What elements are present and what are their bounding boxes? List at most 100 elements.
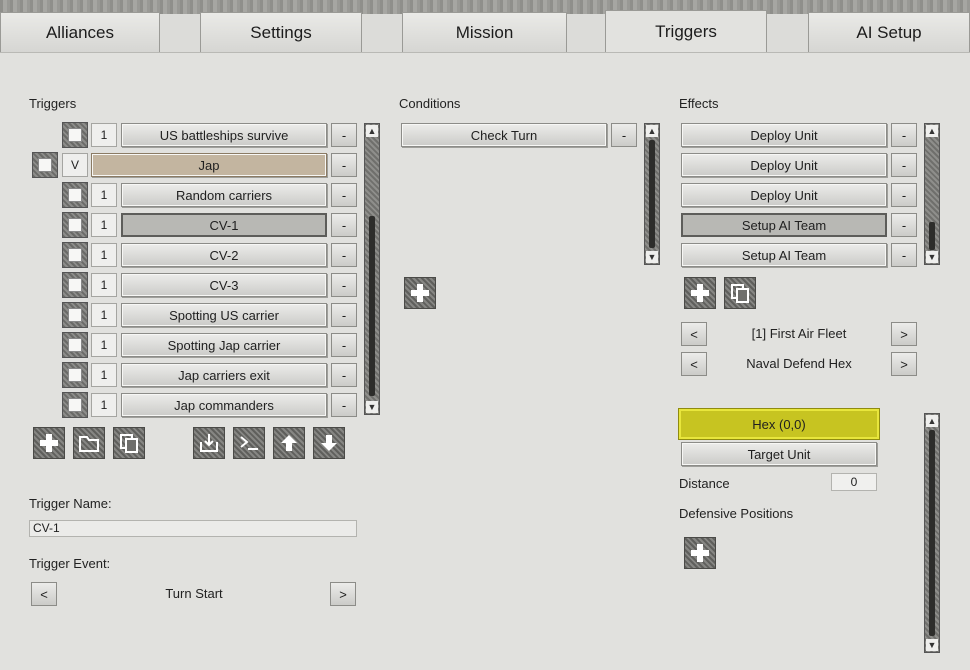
copy-effect-button[interactable] — [724, 277, 756, 309]
move-down-button[interactable] — [313, 427, 345, 459]
scroll-up-icon[interactable]: ▲ — [366, 125, 378, 137]
tab-settings[interactable]: Settings — [200, 12, 362, 52]
trigger-checkbox[interactable] — [62, 122, 88, 148]
condition-item[interactable]: Check Turn — [401, 123, 607, 147]
trigger-repeat-count[interactable]: 1 — [91, 303, 117, 327]
trigger-event-prev-button[interactable]: < — [31, 582, 57, 606]
add-condition-button[interactable] — [404, 277, 436, 309]
remove-effect-button[interactable]: - — [891, 123, 917, 147]
remove-trigger-button[interactable]: - — [331, 153, 357, 177]
order-value: Naval Defend Hex — [746, 356, 852, 371]
hex-button[interactable]: Hex (0,0) — [679, 409, 879, 439]
move-up-button[interactable] — [273, 427, 305, 459]
trigger-item[interactable]: Spotting US carrier — [121, 303, 327, 327]
tab-mission[interactable]: Mission — [402, 12, 567, 52]
team-prev-button[interactable]: < — [681, 322, 707, 346]
remove-effect-button[interactable]: - — [891, 183, 917, 207]
script-trigger-button[interactable] — [233, 427, 265, 459]
trigger-checkbox[interactable] — [62, 392, 88, 418]
distance-label: Distance — [679, 476, 730, 491]
trigger-checkbox[interactable] — [62, 242, 88, 268]
add-group-button[interactable] — [73, 427, 105, 459]
add-defensive-position-button[interactable] — [684, 537, 716, 569]
trigger-repeat-count[interactable]: 1 — [91, 213, 117, 237]
remove-trigger-button[interactable]: - — [331, 303, 357, 327]
trigger-checkbox[interactable] — [62, 302, 88, 328]
trigger-repeat-count[interactable]: 1 — [91, 273, 117, 297]
trigger-checkbox[interactable] — [62, 182, 88, 208]
trigger-repeat-count[interactable]: 1 — [91, 123, 117, 147]
trigger-repeat-count[interactable]: 1 — [91, 183, 117, 207]
scroll-thumb[interactable] — [649, 140, 655, 248]
trigger-checkbox[interactable] — [62, 272, 88, 298]
trigger-repeat-count[interactable]: 1 — [91, 363, 117, 387]
order-next-button[interactable]: > — [891, 352, 917, 376]
trigger-group-toggle[interactable]: V — [62, 153, 88, 177]
scroll-thumb[interactable] — [929, 222, 935, 250]
trigger-name-input[interactable]: CV-1 — [29, 520, 357, 537]
tab-alliances[interactable]: Alliances — [0, 12, 160, 52]
trigger-group-item[interactable]: Jap — [91, 153, 327, 177]
remove-effect-button[interactable]: - — [891, 213, 917, 237]
scroll-down-icon[interactable]: ▼ — [646, 251, 658, 263]
remove-trigger-button[interactable]: - — [331, 393, 357, 417]
remove-trigger-button[interactable]: - — [331, 243, 357, 267]
remove-trigger-button[interactable]: - — [331, 123, 357, 147]
order-prev-button[interactable]: < — [681, 352, 707, 376]
add-effect-button[interactable] — [684, 277, 716, 309]
tab-triggers[interactable]: Triggers — [605, 10, 767, 53]
remove-trigger-button[interactable]: - — [331, 213, 357, 237]
tab-ai-setup[interactable]: AI Setup — [808, 12, 970, 52]
effects-scrollbar[interactable]: ▲ ▼ — [924, 123, 940, 265]
effect-item[interactable]: Deploy Unit — [681, 153, 887, 177]
triggers-scrollbar[interactable]: ▲ ▼ — [364, 123, 380, 415]
scroll-down-icon[interactable]: ▼ — [926, 251, 938, 263]
effect-item[interactable]: Setup AI Team — [681, 243, 887, 267]
remove-effect-button[interactable]: - — [891, 243, 917, 267]
console-icon — [240, 436, 258, 450]
remove-trigger-button[interactable]: - — [331, 183, 357, 207]
effect-item[interactable]: Deploy Unit — [681, 123, 887, 147]
import-trigger-button[interactable] — [193, 427, 225, 459]
conditions-scrollbar[interactable]: ▲ ▼ — [644, 123, 660, 265]
trigger-item[interactable]: CV-3 — [121, 273, 327, 297]
trigger-item[interactable]: CV-2 — [121, 243, 327, 267]
plus-icon — [691, 284, 709, 302]
distance-input[interactable]: 0 — [831, 473, 877, 491]
trigger-item[interactable]: Random carriers — [121, 183, 327, 207]
trigger-repeat-count[interactable]: 1 — [91, 333, 117, 357]
scroll-thumb[interactable] — [369, 216, 375, 396]
trigger-checkbox[interactable] — [62, 362, 88, 388]
scroll-up-icon[interactable]: ▲ — [646, 125, 658, 137]
details-scrollbar[interactable]: ▲ ▼ — [924, 413, 940, 653]
remove-trigger-button[interactable]: - — [331, 333, 357, 357]
trigger-checkbox[interactable] — [62, 332, 88, 358]
trigger-item[interactable]: US battleships survive — [121, 123, 327, 147]
target-unit-button[interactable]: Target Unit — [681, 442, 877, 466]
trigger-item-selected[interactable]: CV-1 — [121, 213, 327, 237]
scroll-up-icon[interactable]: ▲ — [926, 415, 938, 427]
scroll-up-icon[interactable]: ▲ — [926, 125, 938, 137]
effect-item[interactable]: Deploy Unit — [681, 183, 887, 207]
trigger-name-label: Trigger Name: — [29, 496, 112, 511]
trigger-item[interactable]: Jap carriers exit — [121, 363, 327, 387]
scroll-down-icon[interactable]: ▼ — [926, 639, 938, 651]
defensive-positions-label: Defensive Positions — [679, 506, 794, 521]
effect-item-selected[interactable]: Setup AI Team — [681, 213, 887, 237]
trigger-event-next-button[interactable]: > — [330, 582, 356, 606]
trigger-checkbox[interactable] — [62, 212, 88, 238]
copy-trigger-button[interactable] — [113, 427, 145, 459]
remove-condition-button[interactable]: - — [611, 123, 637, 147]
trigger-repeat-count[interactable]: 1 — [91, 393, 117, 417]
remove-trigger-button[interactable]: - — [331, 363, 357, 387]
trigger-repeat-count[interactable]: 1 — [91, 243, 117, 267]
add-trigger-button[interactable] — [33, 427, 65, 459]
trigger-group-checkbox[interactable] — [32, 152, 58, 178]
remove-trigger-button[interactable]: - — [331, 273, 357, 297]
scroll-thumb[interactable] — [929, 430, 935, 636]
remove-effect-button[interactable]: - — [891, 153, 917, 177]
trigger-item[interactable]: Spotting Jap carrier — [121, 333, 327, 357]
team-next-button[interactable]: > — [891, 322, 917, 346]
trigger-item[interactable]: Jap commanders — [121, 393, 327, 417]
scroll-down-icon[interactable]: ▼ — [366, 401, 378, 413]
